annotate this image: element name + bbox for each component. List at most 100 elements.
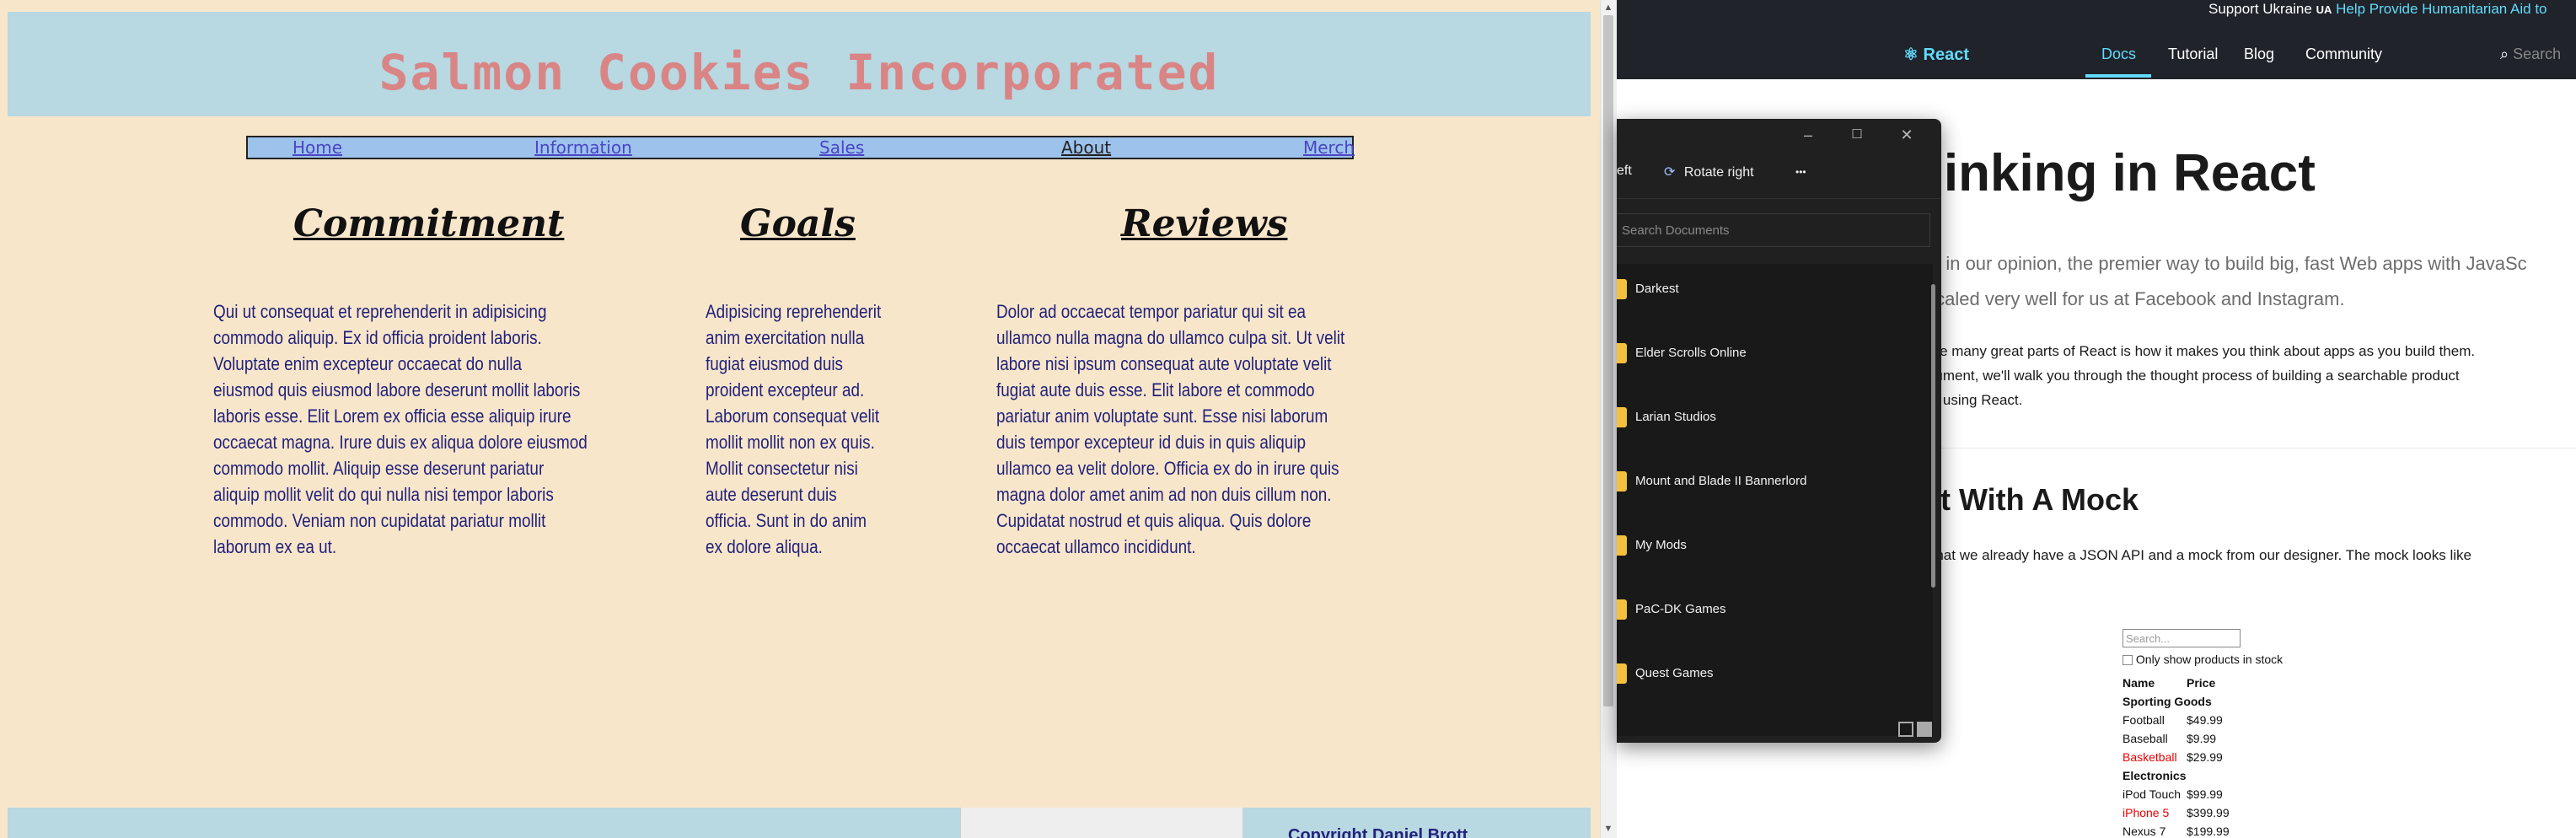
text-line: Qui ut consequat et reprehenderit in adi…	[213, 301, 547, 322]
react-search[interactable]: ⌕ Search	[2500, 46, 2561, 63]
mock-search-input: Search...	[2123, 629, 2241, 647]
tiles-view-icon[interactable]	[1917, 722, 1932, 737]
folder-item[interactable]: Elder Scrolls Online	[1617, 328, 1933, 379]
folder-label: My Mods	[1635, 538, 1687, 552]
folder-item[interactable]: Darkest	[1617, 264, 1933, 314]
section-divider	[1912, 448, 2576, 449]
site-nav: Home Information Sales About Merch	[246, 136, 1355, 159]
react-logo[interactable]: ⚛ React	[1903, 44, 1969, 65]
text-line: Laborum consequat velit	[706, 406, 880, 427]
folder-icon	[1617, 535, 1627, 556]
folder-item[interactable]: PaC-DK Games	[1617, 584, 1933, 635]
nav-about-link[interactable]: About	[1061, 137, 1111, 158]
row-price: $49.99	[2187, 713, 2223, 727]
text-line: Mollit consectetur nisi	[706, 458, 858, 479]
nav-home-link[interactable]: Home	[292, 137, 342, 158]
folder-icon	[1617, 471, 1627, 492]
ua-flag-label: UA	[2316, 3, 2332, 16]
mock-product-row: Basketball $29.99	[2123, 750, 2223, 764]
react-top-nav: ⚛ React Docs Tutorial Blog Community ⌕ S…	[1617, 27, 2576, 79]
lead-paragraph: t is, in our opinion, the premier way to…	[1912, 246, 2527, 317]
maximize-icon[interactable]: ☐	[1844, 124, 1870, 146]
row-price: $99.99	[2187, 787, 2223, 801]
nav-blog[interactable]: Blog	[2244, 46, 2274, 63]
footer-copyright: Copyright Daniel Brott	[1288, 826, 1468, 838]
para-line: able using React.	[1912, 392, 2023, 408]
nav-information-link[interactable]: Information	[534, 137, 632, 158]
scroll-up-icon[interactable]: ▲	[1602, 2, 1615, 13]
product-table-mock: Search... Only show products in stock Na…	[2123, 627, 2308, 838]
commitment-text: Qui ut consequat et reprehenderit in adi…	[213, 298, 588, 560]
nav-tutorial[interactable]: Tutorial	[2168, 46, 2218, 63]
site-title: Salmon Cookies Incorporated	[378, 44, 1220, 101]
row-price: $199.99	[2187, 825, 2230, 838]
mock-header-row: Name Price	[2123, 676, 2215, 690]
text-line: eiusmod quis eiusmod labore deserunt mol…	[213, 379, 581, 400]
text-line: aliquip mollit velit do qui nulla nisi t…	[213, 484, 554, 505]
row-name: Baseball	[2123, 732, 2168, 745]
row-name: Basketball	[2123, 750, 2177, 764]
text-line: Adipisicing reprehenderit	[706, 301, 882, 322]
folder-item[interactable]: My Mods	[1617, 520, 1933, 571]
folder-list: Darkest Elder Scrolls Online Larian Stud…	[1617, 264, 1933, 736]
text-line: mollit mollit non ex quis.	[706, 432, 875, 453]
mock-product-row: Baseball $9.99	[2123, 732, 2216, 745]
banner-text: Support Ukraine	[2208, 1, 2312, 17]
text-line: ex dolore aliqua.	[706, 536, 823, 557]
picker-scrollbar[interactable]	[1931, 284, 1935, 588]
text-line: Voluptate enim excepteur occaecat do nul…	[213, 353, 523, 374]
scroll-down-icon[interactable]: ▼	[1602, 823, 1615, 835]
nav-community[interactable]: Community	[2305, 46, 2382, 63]
rotate-left-button[interactable]: eft	[1617, 164, 1632, 179]
page-title: hinking in React	[1912, 144, 2316, 202]
text-line: commodo aliquip. Ex id officia proident …	[213, 327, 542, 348]
text-line: magna dolor amet anim ad non duis cillum…	[996, 484, 1332, 505]
mock-paragraph: ne that we already have a JSON API and a…	[1912, 547, 2471, 563]
rotate-right-button[interactable]: ⟳ Rotate right	[1664, 164, 1754, 180]
window-titlebar[interactable]: – ☐ ✕	[1617, 119, 1941, 151]
text-line: duis tempor excepteur id duis in quis al…	[996, 432, 1307, 453]
para-line: of the many great parts of React is how …	[1912, 343, 2476, 359]
checkbox-icon	[2123, 655, 2133, 666]
details-view-icon[interactable]	[1898, 722, 1913, 737]
folder-icon	[1617, 343, 1627, 363]
commitment-heading: Commitment	[293, 202, 565, 245]
mock-product-row: iPhone 5 $399.99	[2123, 806, 2230, 819]
minimize-icon[interactable]: –	[1795, 124, 1821, 146]
header-name: Name	[2123, 676, 2155, 690]
row-name: iPod Touch	[2123, 787, 2182, 801]
row-price: $9.99	[2187, 732, 2217, 745]
text-line: occaecat ullamco incididunt.	[996, 536, 1196, 557]
mock-product-row: Football $49.99	[2123, 713, 2223, 727]
folder-icon	[1617, 407, 1627, 427]
folder-label: PaC-DK Games	[1635, 602, 1726, 616]
scrollbar-thumb[interactable]	[1603, 15, 1613, 706]
row-name: iPhone 5	[2123, 806, 2170, 819]
nav-sales-link[interactable]: Sales	[819, 137, 864, 158]
text-line: anim exercitation nulla	[706, 327, 865, 348]
nav-docs[interactable]: Docs	[2101, 46, 2136, 63]
folder-item[interactable]: Larian Studios	[1617, 392, 1933, 443]
folder-icon	[1617, 663, 1627, 684]
text-line: pariatur anim voluptate sunt. Esse nisi …	[996, 406, 1328, 427]
more-options-icon[interactable]: •••	[1795, 166, 1806, 178]
react-atom-icon: ⚛	[1903, 46, 1919, 64]
picker-toolbar: eft ⟳ Rotate right •••	[1617, 151, 1941, 199]
nav-merch-link[interactable]: Merch	[1303, 137, 1355, 158]
text-line: fugiat eiusmod duis	[706, 353, 844, 374]
para-line: document, we'll walk you through the tho…	[1912, 368, 2460, 384]
text-line: officia. Sunt in do anim	[706, 510, 867, 531]
text-line: fugiat aute duis esse. Elit labore et co…	[996, 379, 1315, 400]
intro-paragraph: of the many great parts of React is how …	[1912, 339, 2475, 412]
search-documents-input[interactable]: Search Documents	[1617, 213, 1930, 247]
folder-item[interactable]: Quest Games	[1617, 648, 1933, 699]
section-heading: art With A Mock	[1912, 482, 2139, 517]
humanitarian-aid-link[interactable]: Help Provide Humanitarian Aid to	[2336, 1, 2546, 17]
row-name: Sporting Goods	[2123, 695, 2212, 708]
lead-line: t is, in our opinion, the premier way to…	[1912, 253, 2527, 274]
close-icon[interactable]: ✕	[1894, 124, 1919, 146]
folder-item[interactable]: Mount and Blade II Bannerlord	[1617, 456, 1933, 507]
folder-label: Elder Scrolls Online	[1635, 346, 1747, 360]
folder-icon	[1617, 279, 1627, 299]
text-line: proident excepteur ad.	[706, 379, 865, 400]
